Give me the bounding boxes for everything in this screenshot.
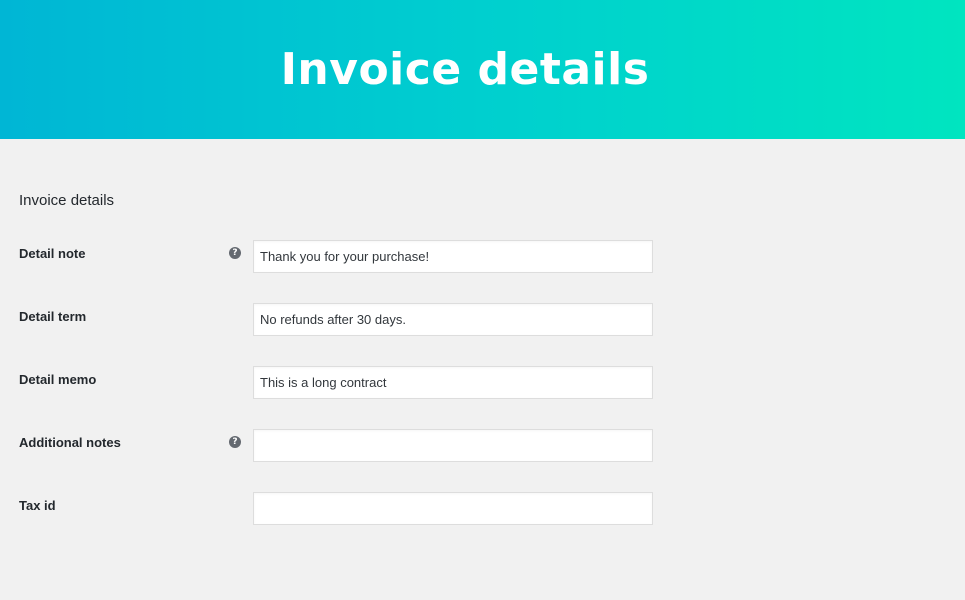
detail-term-label: Detail term: [19, 309, 87, 324]
question-mark-icon[interactable]: ?: [229, 436, 241, 448]
question-mark-icon[interactable]: ?: [229, 247, 241, 259]
additional-notes-label: Additional notes: [19, 435, 121, 450]
detail-note-input[interactable]: [253, 240, 653, 273]
additional-notes-row: Additional notes ?: [0, 429, 965, 463]
detail-note-row: Detail note ?: [0, 240, 965, 274]
detail-memo-row: Detail memo: [0, 366, 965, 400]
additional-notes-input[interactable]: [253, 429, 653, 462]
tax-id-label: Tax id: [19, 498, 56, 513]
detail-memo-input[interactable]: [253, 366, 653, 399]
detail-note-label: Detail note: [19, 246, 86, 261]
detail-term-input[interactable]: [253, 303, 653, 336]
header-banner: Invoice details: [0, 0, 965, 139]
section-heading: Invoice details: [19, 192, 115, 209]
detail-memo-label: Detail memo: [19, 372, 97, 387]
tax-id-row: Tax id: [0, 492, 965, 526]
page-title: Invoice details: [280, 44, 650, 95]
tax-id-input[interactable]: [253, 492, 653, 525]
detail-term-row: Detail term: [0, 303, 965, 337]
